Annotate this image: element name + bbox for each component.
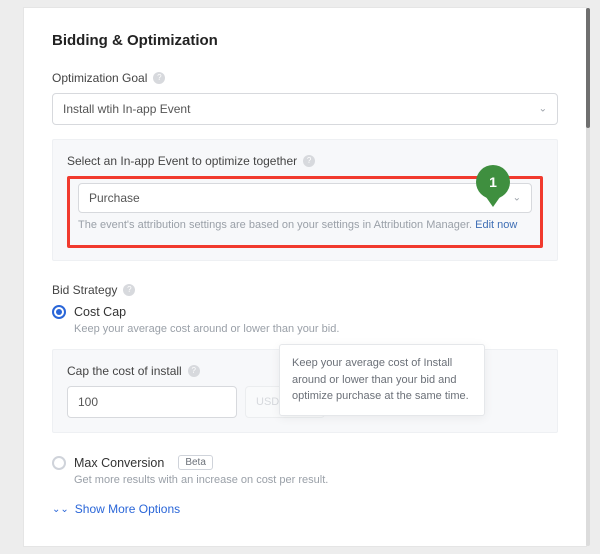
callout-marker: 1 xyxy=(476,165,510,199)
double-chevron-down-icon: ⌄⌄ xyxy=(52,504,69,515)
inapp-event-panel: Select an In-app Event to optimize toget… xyxy=(52,139,558,261)
inapp-event-select[interactable]: Purchase ⌄ xyxy=(78,183,532,213)
cap-panel: Keep your average cost of Install around… xyxy=(52,349,558,433)
scrollbar[interactable] xyxy=(586,8,590,546)
bidding-panel: Bidding & Optimization Optimization Goal… xyxy=(24,8,586,546)
label-text: Cap the cost of install xyxy=(67,364,182,378)
option-title: Max Conversion xyxy=(74,456,164,470)
bid-strategy-label: Bid Strategy ? xyxy=(52,283,558,297)
page-title: Bidding & Optimization xyxy=(52,32,558,49)
show-more-text: Show More Options xyxy=(75,502,180,516)
inapp-event-label: Select an In-app Event to optimize toget… xyxy=(67,154,543,168)
beta-badge: Beta xyxy=(178,455,213,470)
label-text: Select an In-app Event to optimize toget… xyxy=(67,154,297,168)
optimization-goal-label: Optimization Goal ? xyxy=(52,71,558,85)
cost-cap-desc: Keep your average cost around or lower t… xyxy=(74,323,558,335)
bid-strategy-section: Bid Strategy ? Cost Cap Keep your averag… xyxy=(52,283,558,516)
cap-value-input[interactable] xyxy=(67,386,237,418)
note-text: The event's attribution settings are bas… xyxy=(78,219,472,231)
max-conversion-desc: Get more results with an increase on cos… xyxy=(74,474,558,486)
scroll-thumb[interactable] xyxy=(586,8,590,128)
help-icon[interactable]: ? xyxy=(188,365,200,377)
option-title: Cost Cap xyxy=(74,305,126,319)
chevron-down-icon: ⌄ xyxy=(513,193,521,204)
radio-checked-icon[interactable] xyxy=(52,305,66,319)
callout-number: 1 xyxy=(489,174,497,190)
help-icon[interactable]: ? xyxy=(153,72,165,84)
help-icon[interactable]: ? xyxy=(123,284,135,296)
label-text: Optimization Goal xyxy=(52,71,147,85)
help-icon[interactable]: ? xyxy=(303,155,315,167)
select-value: Purchase xyxy=(89,191,140,205)
highlight-box: 1 Purchase ⌄ The event's attribution set… xyxy=(67,176,543,248)
tooltip: Keep your average cost of Install around… xyxy=(279,344,485,416)
tooltip-text: Keep your average cost of Install around… xyxy=(292,357,469,402)
show-more-options-link[interactable]: ⌄⌄ Show More Options xyxy=(52,502,558,516)
optimization-goal-select[interactable]: Install wtih In-app Event ⌄ xyxy=(52,93,558,125)
chevron-down-icon: ⌄ xyxy=(539,104,547,115)
cost-cap-option[interactable]: Cost Cap xyxy=(52,305,558,319)
edit-now-link[interactable]: Edit now xyxy=(475,219,517,231)
attribution-note: The event's attribution settings are bas… xyxy=(78,219,532,231)
label-text: Bid Strategy xyxy=(52,283,117,297)
radio-unchecked-icon[interactable] xyxy=(52,456,66,470)
select-value: Install wtih In-app Event xyxy=(63,102,190,116)
max-conversion-option[interactable]: Max Conversion Beta xyxy=(52,455,558,470)
